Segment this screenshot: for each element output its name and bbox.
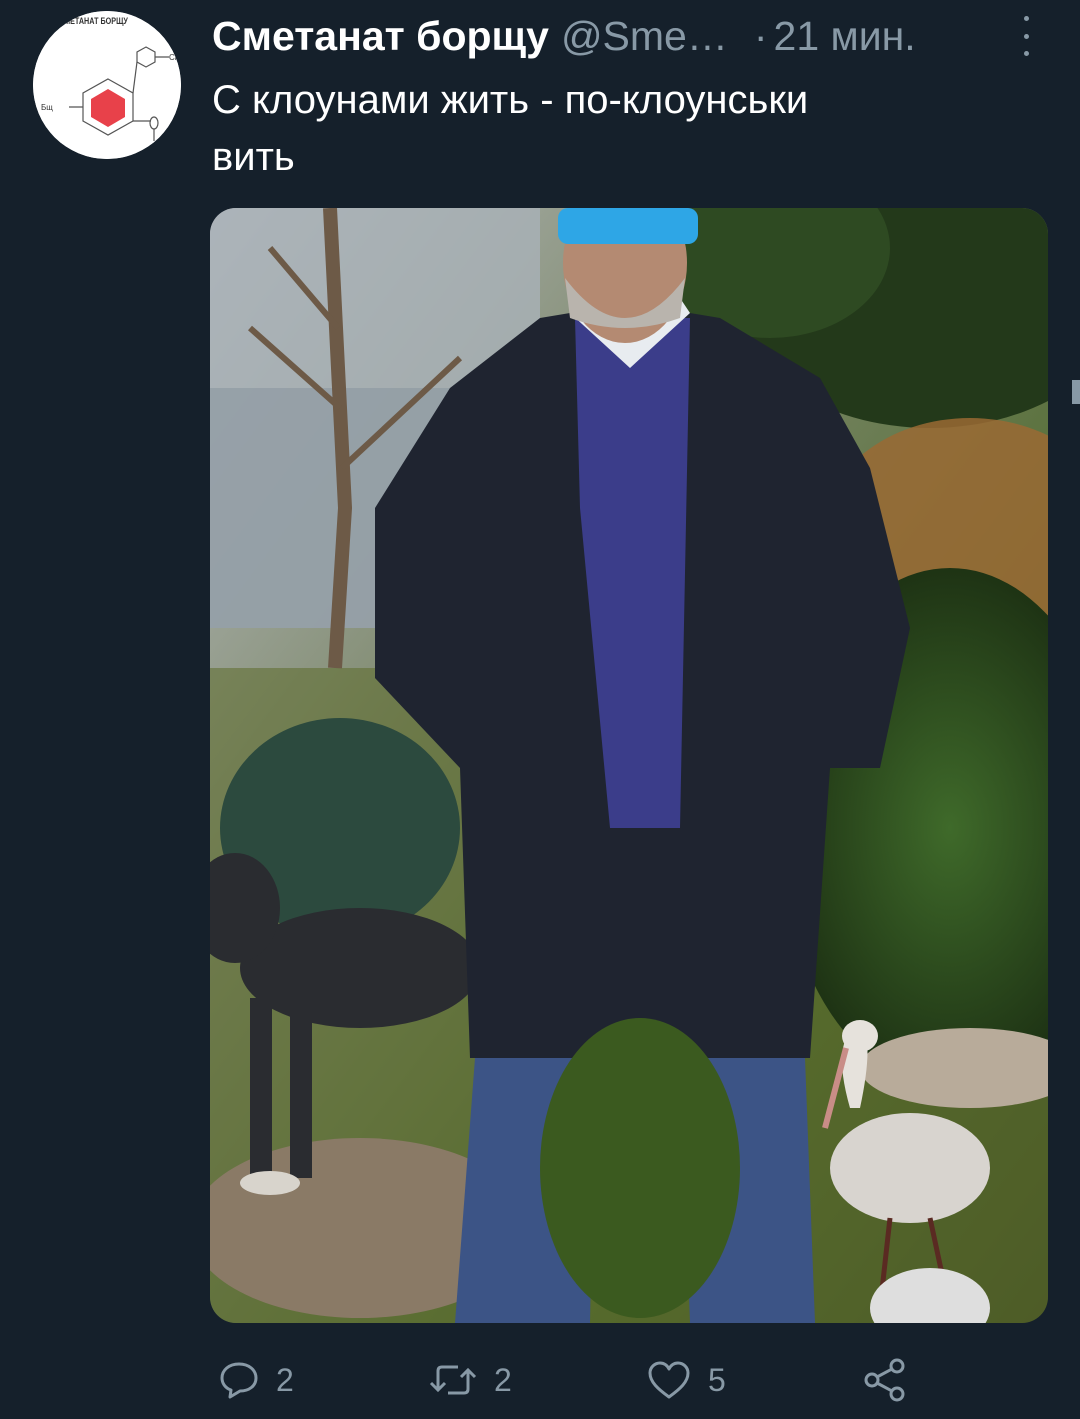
handle[interactable]: @Sme… xyxy=(561,13,728,60)
reply-count: 2 xyxy=(276,1361,294,1398)
separator-dot: · xyxy=(753,12,768,59)
avatar-logo xyxy=(33,11,181,159)
retweet-count: 2 xyxy=(494,1361,512,1398)
avatar-label-left: Бщ xyxy=(41,103,53,112)
tweet-text-line: вить xyxy=(212,135,295,179)
scrollbar[interactable] xyxy=(1072,380,1080,404)
avatar-logo-text: СМЕТАНАТ БОРЩУ xyxy=(59,16,128,26)
avatar[interactable]: СМЕТАНАТ БОРЩУ Бщ См xyxy=(33,11,181,159)
share-icon xyxy=(864,1358,905,1402)
tweet-header: Сметанат борщу @Sme… · 21 мин. xyxy=(212,10,916,62)
retweet-button[interactable]: 2 xyxy=(428,1352,512,1408)
like-icon xyxy=(648,1361,690,1399)
reply-icon xyxy=(220,1362,258,1399)
retweet-icon xyxy=(429,1365,477,1395)
like-button[interactable]: 5 xyxy=(646,1352,726,1408)
timestamp[interactable]: 21 мин. xyxy=(774,13,916,60)
reply-button[interactable]: 2 xyxy=(218,1352,294,1408)
display-name[interactable]: Сметанат борщу xyxy=(212,13,549,60)
more-dot xyxy=(1023,16,1029,21)
tweet-actions: 2 2 5 xyxy=(212,1352,1032,1408)
tweet-text-line: С клоунами жить - по-клоунськи xyxy=(212,78,809,122)
like-count: 5 xyxy=(708,1361,726,1398)
more-dot xyxy=(1023,51,1029,56)
more-icon[interactable] xyxy=(1014,16,1038,56)
tweet-photo[interactable] xyxy=(210,208,1048,1323)
avatar-label-right: См xyxy=(169,53,181,62)
tweet[interactable]: СМЕТАНАТ БОРЩУ Бщ См Сметанат борщу @Sme… xyxy=(0,0,1080,1419)
more-dot xyxy=(1023,33,1029,39)
tweet-text: С клоунами жить - по-клоунськи вить xyxy=(212,72,1012,186)
share-button[interactable] xyxy=(862,1352,908,1408)
photo-illustration xyxy=(210,208,1048,1323)
